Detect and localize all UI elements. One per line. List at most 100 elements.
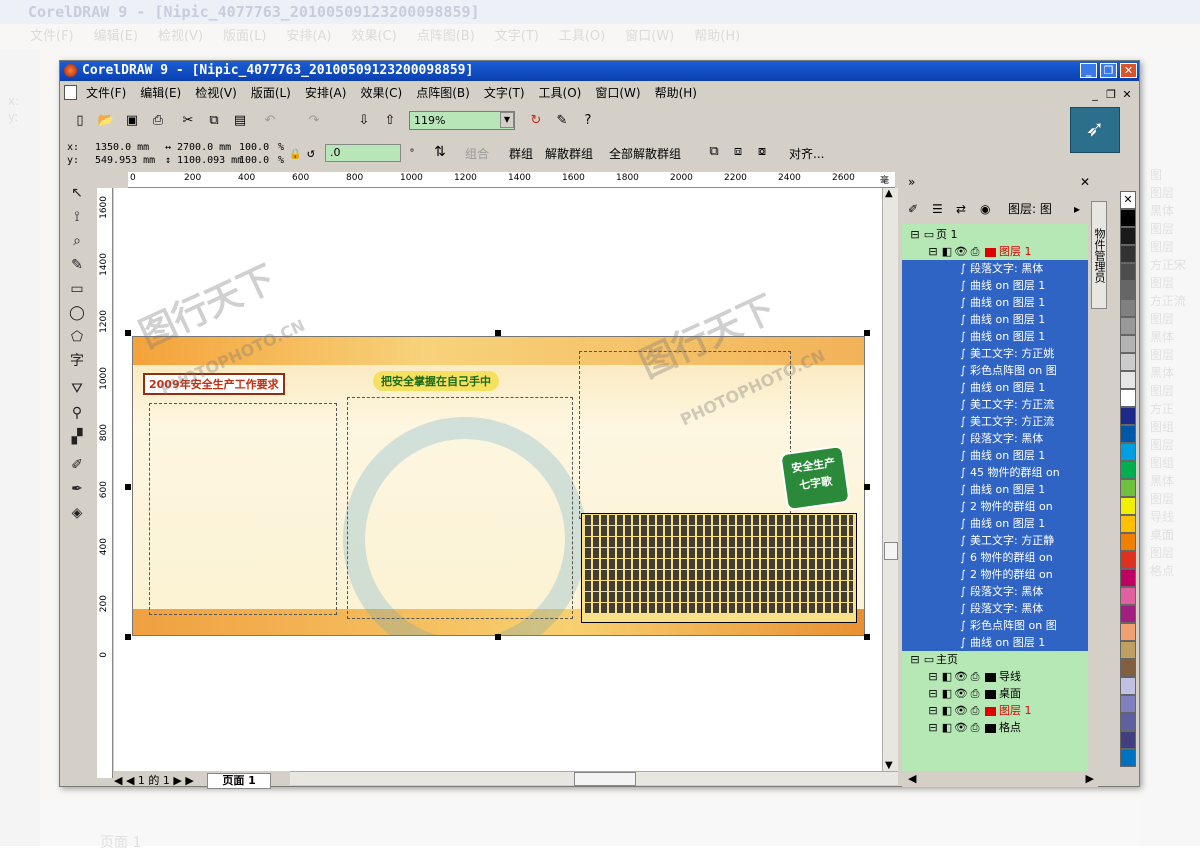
object-tree-row[interactable]: ∫ 2 物件的群组 on [902,566,1088,583]
object-tree-row[interactable]: ∫ 曲线 on 图层 1 [902,481,1088,498]
doc-minimize-button[interactable]: _ [1087,84,1103,106]
outline-tool-icon[interactable]: ✐ [65,454,89,476]
align-button[interactable]: 对齐... [789,145,824,162]
menu-arrange[interactable]: 安排(A) [298,82,354,104]
object-tree-row[interactable]: ⊟ ◧ 👁 ⎙ 图层 1 [902,702,1088,719]
selection-handle[interactable] [125,634,131,640]
vertical-scroll-thumb[interactable] [884,542,898,560]
vertical-scrollbar[interactable]: ▲ ▼ [882,188,898,771]
palette-color-swatch[interactable] [1120,623,1136,641]
scroll-right-icon[interactable]: ▶ [1086,771,1094,787]
palette-color-swatch[interactable] [1120,569,1136,587]
mirror-icon[interactable]: ⇅ [429,141,451,163]
tree-collapse-icon[interactable]: ⊟ [908,651,922,668]
tree-collapse-icon[interactable]: ⊟ [926,719,940,736]
menu-effects[interactable]: 效果(C) [353,82,409,104]
object-tree-row[interactable]: ∫ 曲线 on 图层 1 [902,447,1088,464]
palette-color-swatch[interactable] [1120,389,1136,407]
page-navigation-buttons[interactable]: ◀ ◀ 1 的 1 ▶ ▶ [114,774,194,787]
palette-color-swatch[interactable] [1120,479,1136,497]
redo-icon[interactable]: ↷ [303,110,325,132]
object-tree-row[interactable]: ⊟ ◧ 👁 ⎙ 导线 [902,668,1088,685]
object-tree-row[interactable]: ∫ 彩色点阵图 on 图 [902,362,1088,379]
object-manager-side-tab[interactable]: 物件管理员 [1091,201,1107,309]
palette-color-swatch[interactable] [1120,443,1136,461]
palette-color-swatch[interactable] [1120,227,1136,245]
eyedropper-icon[interactable]: ⚲ [65,402,89,424]
show-properties-icon[interactable]: ✐ [908,196,918,222]
lock-ratio-icon[interactable]: 🔒 [289,148,301,161]
y-position-field[interactable]: 549.953 mm [95,154,155,167]
menu-bitmaps[interactable]: 点阵图(B) [409,82,477,104]
object-tree-row[interactable]: ∫ 曲线 on 图层 1 [902,515,1088,532]
layer-color-swatch[interactable] [985,672,996,682]
object-tree-row[interactable]: ∫ 45 物件的群组 on [902,464,1088,481]
doc-restore-button[interactable]: ❐ [1103,84,1119,106]
object-tree-row[interactable]: ⊟ ◧ 👁 ⎙ 格点 [902,719,1088,736]
corel-tutor-icon[interactable]: ✎ [551,110,573,132]
palette-color-swatch[interactable] [1120,497,1136,515]
tree-collapse-icon[interactable]: ⊟ [926,668,940,685]
scale-x-field[interactable]: 100.0 [239,141,269,154]
width-field[interactable]: 2700.0 mm [177,141,231,154]
object-tree-row[interactable]: ∫ 段落文字: 黑体 [902,430,1088,447]
print-icon[interactable]: ⎙ [147,110,169,132]
undo-icon[interactable]: ↶ [259,110,281,132]
scroll-up-icon[interactable]: ▲ [885,188,893,199]
save-icon[interactable]: ▣ [121,110,143,132]
document-icon[interactable] [64,85,77,100]
export-icon[interactable]: ⇧ [379,110,401,132]
object-tree-row[interactable]: ∫ 段落文字: 黑体 [902,583,1088,600]
zoom-dropdown-icon[interactable]: ▼ [500,112,514,128]
layer-visible-icon[interactable]: 👁 [954,668,968,685]
layer-printable-icon[interactable]: ⎙ [968,702,982,719]
pick-tool-icon[interactable]: ↖ [65,182,89,204]
object-tree-row[interactable]: ∫ 曲线 on 图层 1 [902,294,1088,311]
intersect-icon[interactable]: ⧇ [751,141,773,163]
tree-collapse-icon[interactable]: ⊟ [908,226,922,243]
palette-color-swatch[interactable] [1120,407,1136,425]
menu-window[interactable]: 窗口(W) [588,82,647,104]
drawing-canvas[interactable]: 2009年安全生产工作要求 把安全掌握在自己手中 安全生产 七字歌 图行天下 P… [114,188,882,771]
object-tree-row[interactable]: ∫ 美工文字: 方正静 [902,532,1088,549]
whats-this-help-icon[interactable]: ? [577,110,599,132]
x-position-field[interactable]: 1350.0 mm [95,141,149,154]
layer-printable-icon[interactable]: ⎙ [968,685,982,702]
palette-color-swatch[interactable] [1120,461,1136,479]
import-icon[interactable]: ⇩ [353,110,375,132]
menu-view[interactable]: 检视(V) [188,82,244,104]
horizontal-ruler[interactable]: 0 200 400 600 800 1000 1200 1400 1600 1800 2000 220… [128,172,895,188]
layer-printable-icon[interactable]: ⎙ [968,668,982,685]
trim-icon[interactable]: ⧈ [727,141,749,163]
combine-button[interactable]: 组合 [465,145,489,162]
ungroup-button[interactable]: 解散群组 [545,145,593,162]
object-tree-row[interactable]: ∫ 曲线 on 图层 1 [902,277,1088,294]
layer-manager-view-icon[interactable]: ☰ [932,196,943,222]
scale-y-field[interactable]: 100.0 [239,154,269,167]
menu-help[interactable]: 帮助(H) [648,82,704,104]
object-tree-row[interactable]: ⊟ ▭ 主页 [902,651,1088,668]
freehand-tool-icon[interactable]: ✎ [65,254,89,276]
palette-color-swatch[interactable] [1120,713,1136,731]
selection-handle[interactable] [495,330,501,336]
page-tab[interactable]: 页面 1 [207,773,271,789]
selection-handle[interactable] [125,330,131,336]
palette-color-swatch[interactable] [1120,281,1136,299]
object-tree-row[interactable]: ∫ 曲线 on 图层 1 [902,634,1088,651]
palette-color-swatch[interactable] [1120,587,1136,605]
interactive-fill-icon[interactable]: ⛛ [65,378,89,400]
palette-color-swatch[interactable] [1120,299,1136,317]
group-button[interactable]: 群组 [509,145,533,162]
layer-color-swatch[interactable] [985,689,996,699]
layer-visible-icon[interactable]: 👁 [954,719,968,736]
object-tree-row[interactable]: ∫ 段落文字: 黑体 [902,600,1088,617]
vertical-ruler[interactable]: 1600 1400 1200 1000 800 600 400 200 0 [97,188,113,778]
edit-across-layers-icon[interactable]: ⇄ [956,196,966,222]
docker-expand-icon[interactable]: » [908,172,915,192]
open-icon[interactable]: 📂 [95,110,117,132]
menu-layout[interactable]: 版面(L) [244,82,298,104]
palette-color-swatch[interactable] [1120,677,1136,695]
palette-color-swatch[interactable] [1120,551,1136,569]
zoom-tool-icon[interactable]: ⌕ [65,230,89,252]
object-tree-row[interactable]: ∫ 曲线 on 图层 1 [902,328,1088,345]
